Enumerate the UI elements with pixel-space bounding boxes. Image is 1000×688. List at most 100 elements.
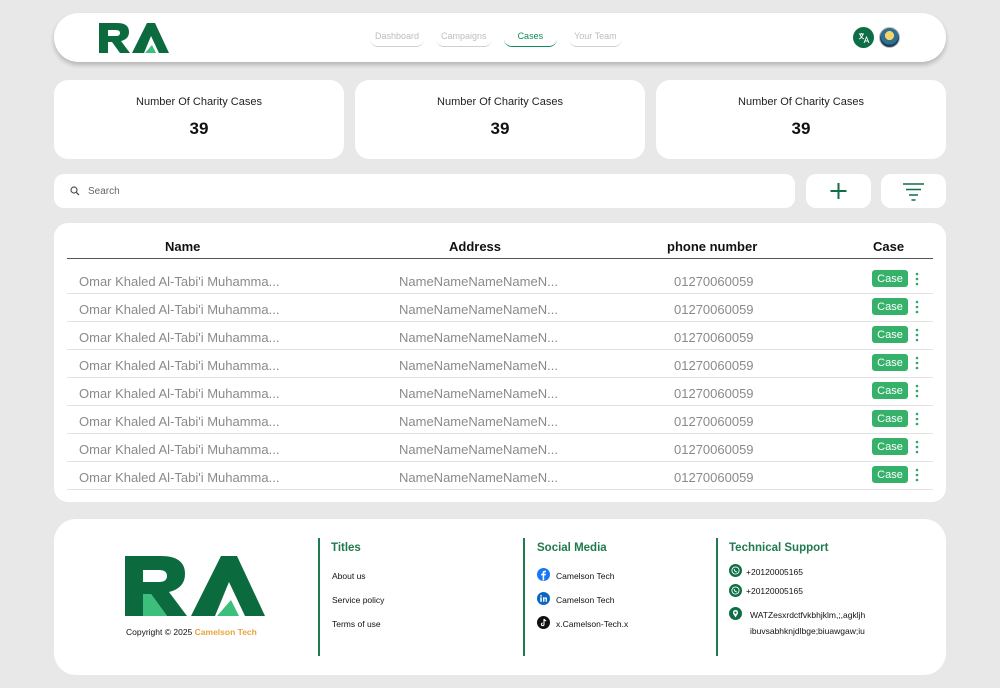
stat-card-charity-cases-2: Number Of Charity Cases 39 xyxy=(355,80,645,159)
cell-address: NameNameNameNameN... xyxy=(399,386,558,401)
cell-phone: 01270060059 xyxy=(674,358,754,373)
more-options-icon[interactable] xyxy=(912,271,922,287)
table-row: Omar Khaled Al-Tabi'i Muhamma... NameNam… xyxy=(67,350,933,378)
cell-address: NameNameNameNameN... xyxy=(399,302,558,317)
linkedin-link[interactable]: Camelson Tech xyxy=(556,595,614,605)
facebook-link[interactable]: Camelson Tech xyxy=(556,571,614,581)
tab-your-team[interactable]: Your Team xyxy=(569,28,622,47)
cell-name: Omar Khaled Al-Tabi'i Muhamma... xyxy=(79,386,280,401)
more-options-icon[interactable] xyxy=(912,439,922,455)
more-options-icon[interactable] xyxy=(912,467,922,483)
about-us-link[interactable]: About us xyxy=(332,571,366,581)
cell-name: Omar Khaled Al-Tabi'i Muhamma... xyxy=(79,442,280,457)
translate-icon[interactable] xyxy=(853,27,874,48)
table-row: Omar Khaled Al-Tabi'i Muhamma... NameNam… xyxy=(67,294,933,322)
cell-address: NameNameNameNameN... xyxy=(399,330,558,345)
top-navbar: Dashboard Campaigns Cases Your Team xyxy=(54,13,946,62)
filter-icon xyxy=(903,183,924,201)
facebook-icon[interactable] xyxy=(537,568,550,581)
case-button[interactable]: Case xyxy=(872,298,908,315)
cell-address: NameNameNameNameN... xyxy=(399,414,558,429)
more-options-icon[interactable] xyxy=(912,383,922,399)
cell-phone: 01270060059 xyxy=(674,414,754,429)
header-divider xyxy=(67,258,933,259)
table-row: Omar Khaled Al-Tabi'i Muhamma... NameNam… xyxy=(67,266,933,294)
cell-phone: 01270060059 xyxy=(674,470,754,485)
cell-address: NameNameNameNameN... xyxy=(399,442,558,457)
technical-support-heading: Technical Support xyxy=(729,542,829,554)
stat-card-charity-cases-1: Number Of Charity Cases 39 xyxy=(54,80,344,159)
footer-divider xyxy=(716,538,718,656)
table-row: Omar Khaled Al-Tabi'i Muhamma... NameNam… xyxy=(67,434,933,462)
cell-name: Omar Khaled Al-Tabi'i Muhamma... xyxy=(79,358,280,373)
footer-divider xyxy=(523,538,525,656)
add-case-button[interactable] xyxy=(806,174,871,208)
support-phone-2[interactable]: +20120005165 xyxy=(746,586,803,596)
more-options-icon[interactable] xyxy=(912,355,922,371)
stat-label: Number Of Charity Cases xyxy=(738,96,864,108)
table-row: Omar Khaled Al-Tabi'i Muhamma... NameNam… xyxy=(67,462,933,490)
tiktok-icon[interactable] xyxy=(537,616,550,629)
column-header-case: Case xyxy=(873,239,905,254)
terms-of-use-link[interactable]: Terms of use xyxy=(332,619,381,629)
case-button[interactable]: Case xyxy=(872,270,908,287)
ra-logo[interactable] xyxy=(99,23,169,53)
cell-phone: 01270060059 xyxy=(674,330,754,345)
service-policy-link[interactable]: Service policy xyxy=(332,595,384,605)
cell-name: Omar Khaled Al-Tabi'i Muhamma... xyxy=(79,302,280,317)
cell-address: NameNameNameNameN... xyxy=(399,274,558,289)
stat-value: 39 xyxy=(189,119,209,138)
case-button[interactable]: Case xyxy=(872,382,908,399)
ra-logo-large xyxy=(125,556,265,616)
cell-address: NameNameNameNameN... xyxy=(399,358,558,373)
table-row: Omar Khaled Al-Tabi'i Muhamma... NameNam… xyxy=(67,406,933,434)
cell-phone: 01270060059 xyxy=(674,386,754,401)
cell-name: Omar Khaled Al-Tabi'i Muhamma... xyxy=(79,274,280,289)
column-header-phone: phone number xyxy=(667,239,758,254)
stat-label: Number Of Charity Cases xyxy=(136,96,262,108)
search-bar[interactable] xyxy=(54,174,795,208)
cell-phone: 01270060059 xyxy=(674,442,754,457)
main-nav: Dashboard Campaigns Cases Your Team xyxy=(370,28,622,47)
whatsapp-icon[interactable] xyxy=(729,584,742,597)
whatsapp-icon[interactable] xyxy=(729,564,742,577)
filter-button[interactable] xyxy=(881,174,946,208)
more-options-icon[interactable] xyxy=(912,299,922,315)
titles-heading: Titles xyxy=(331,542,361,554)
tiktok-link[interactable]: x.Camelson-Tech.x xyxy=(556,619,628,629)
search-input[interactable] xyxy=(88,185,688,197)
social-media-heading: Social Media xyxy=(537,542,607,554)
case-button[interactable]: Case xyxy=(872,410,908,427)
tab-dashboard[interactable]: Dashboard xyxy=(370,28,425,47)
case-button[interactable]: Case xyxy=(872,354,908,371)
cell-address: NameNameNameNameN... xyxy=(399,470,558,485)
table-row: Omar Khaled Al-Tabi'i Muhamma... NameNam… xyxy=(67,322,933,350)
case-button[interactable]: Case xyxy=(872,326,908,343)
tab-cases[interactable]: Cases xyxy=(503,28,558,47)
column-header-name: Name xyxy=(165,239,201,254)
more-options-icon[interactable] xyxy=(912,411,922,427)
linkedin-icon[interactable] xyxy=(537,592,550,605)
column-header-address: Address xyxy=(449,239,502,254)
footer-divider xyxy=(318,538,320,656)
cell-name: Omar Khaled Al-Tabi'i Muhamma... xyxy=(79,470,280,485)
support-phone-1[interactable]: +20120005165 xyxy=(746,567,803,577)
support-address-line-1: WATZesxrdctfvkbhjklm,;,agkljh xyxy=(750,610,866,620)
more-options-icon[interactable] xyxy=(912,327,922,343)
copyright-prefix: Copyright © 2025 xyxy=(126,627,195,637)
case-button[interactable]: Case xyxy=(872,438,908,455)
stat-card-charity-cases-3: Number Of Charity Cases 39 xyxy=(656,80,946,159)
translate-glyph xyxy=(858,32,869,43)
tab-campaigns[interactable]: Campaigns xyxy=(436,28,492,47)
case-button[interactable]: Case xyxy=(872,466,908,483)
cell-phone: 01270060059 xyxy=(674,302,754,317)
footer: Copyright © 2025 Camelson Tech Titles Ab… xyxy=(54,519,946,675)
search-icon xyxy=(70,186,80,196)
user-avatar[interactable] xyxy=(879,27,900,48)
cell-name: Omar Khaled Al-Tabi'i Muhamma... xyxy=(79,414,280,429)
cases-table: Name Address phone number Case Omar Khal… xyxy=(54,223,946,502)
copyright-text: Copyright © 2025 Camelson Tech xyxy=(126,627,257,637)
cell-name: Omar Khaled Al-Tabi'i Muhamma... xyxy=(79,330,280,345)
stat-value: 39 xyxy=(490,119,510,138)
plus-icon xyxy=(830,183,847,199)
